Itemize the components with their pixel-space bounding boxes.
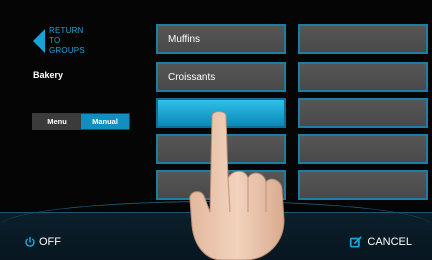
back-label: RETURN TO GROUPS (49, 26, 93, 56)
off-label: OFF (39, 236, 61, 248)
return-to-groups-button[interactable]: RETURN TO GROUPS (33, 26, 93, 56)
mode-toggle: Menu Manual (32, 113, 130, 130)
mode-menu-button[interactable]: Menu (33, 114, 81, 129)
edit-icon (350, 236, 362, 248)
tile-empty[interactable] (298, 62, 428, 92)
tile-empty[interactable] (298, 170, 428, 200)
tile-empty[interactable] (298, 134, 428, 164)
pointing-hand-icon (189, 111, 285, 260)
mode-manual-button[interactable]: Manual (81, 114, 129, 129)
cancel-button[interactable]: CANCEL (349, 235, 412, 249)
tile-muffins[interactable]: Muffins (156, 24, 286, 54)
back-label-line2: GROUPS (49, 46, 85, 55)
off-button[interactable]: OFF (24, 236, 61, 248)
power-icon (25, 236, 35, 247)
screen: RETURN TO GROUPS Bakery Menu Manual Muff… (0, 0, 432, 260)
group-title: Bakery (33, 70, 64, 80)
tile-croissants[interactable]: Croissants (156, 62, 286, 92)
tile-empty[interactable] (298, 24, 428, 54)
cancel-label: CANCEL (367, 236, 412, 248)
back-arrow-icon (33, 29, 45, 53)
tile-empty[interactable] (298, 98, 428, 128)
back-label-line1: RETURN TO (49, 26, 84, 45)
